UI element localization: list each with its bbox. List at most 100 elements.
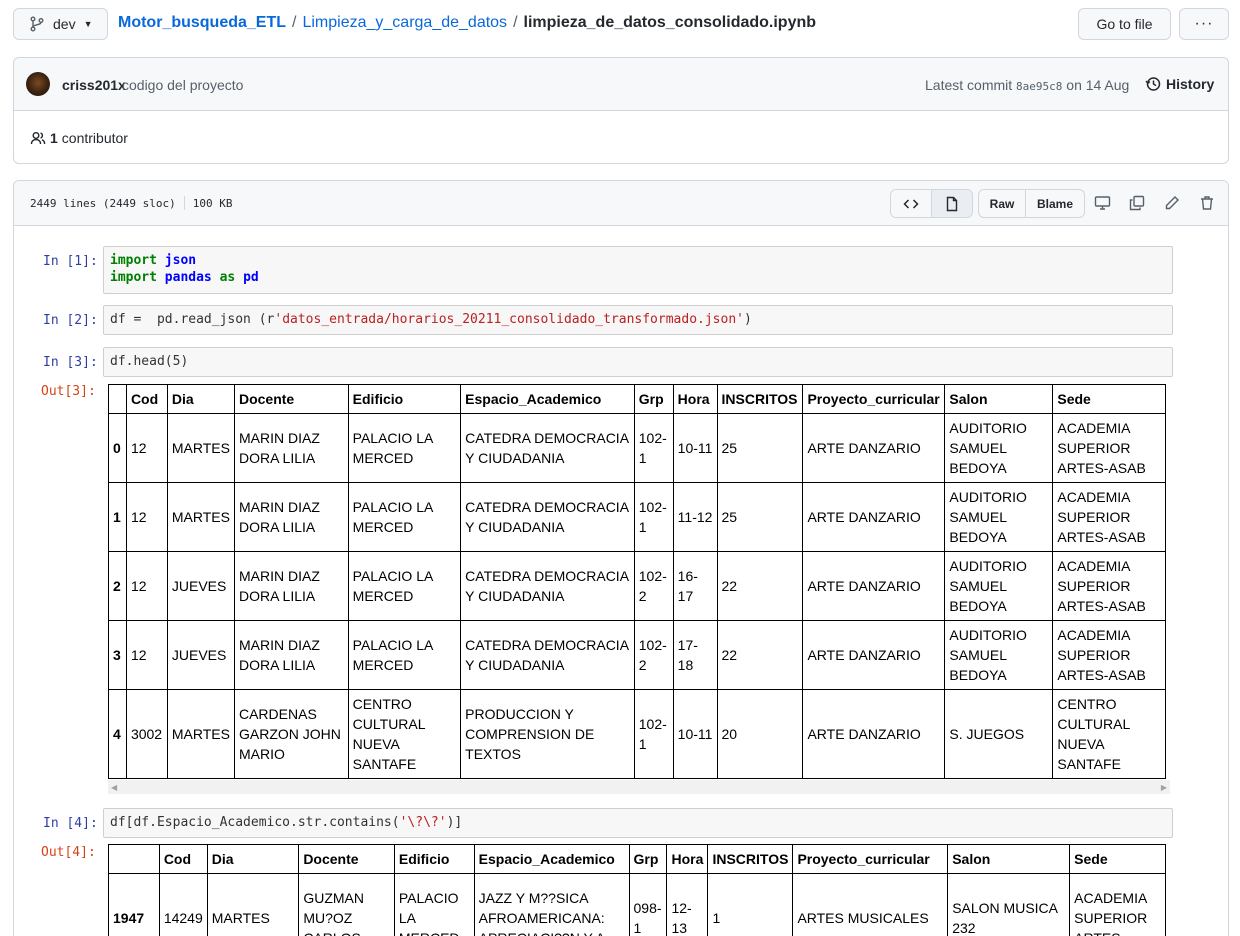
table-row: 1 12 MARTES MARIN DIAZ DORA LILIA PALACIO LA… bbox=[108, 482, 1166, 552]
table-cell: ARTE DANZARIO bbox=[802, 689, 946, 779]
file-size: 100 KB bbox=[192, 196, 233, 210]
cell-prompt: In [1]: bbox=[43, 254, 98, 269]
table-cell: ACADEMIA SUPERIOR ARTES-ASAB bbox=[1052, 551, 1166, 621]
table-header-row: Cod Dia Docente Edificio Espacio_Academico Gr… bbox=[108, 384, 1166, 414]
file-header: 2449 lines (2449 sloc) 100 KB Raw Blame bbox=[14, 181, 1228, 226]
dataframe-table: Cod Dia Docente Edificio Espacio_Academico Gr… bbox=[108, 384, 1166, 779]
code-text: df = pd.read_json (r bbox=[110, 312, 275, 327]
history-button[interactable]: History bbox=[1145, 76, 1214, 92]
output-prompt: Out[3]: bbox=[41, 384, 96, 399]
column-header: Hora bbox=[672, 384, 718, 414]
code-keyword: as bbox=[219, 270, 236, 285]
avatar[interactable] bbox=[26, 72, 50, 96]
table-cell: 11-12 bbox=[672, 482, 718, 552]
cell-prompt: In [2]: bbox=[43, 313, 98, 328]
table-row: 2 12 JUEVES MARIN DIAZ DORA LILIA PALACIO LA… bbox=[108, 551, 1166, 621]
code-cell[interactable]: df = pd.read_json (r'datos_entrada/horar… bbox=[103, 305, 1173, 335]
repo-link[interactable]: Motor_busqueda_ETL bbox=[118, 14, 286, 32]
column-header: Cod bbox=[158, 844, 208, 874]
column-header: Espacio_Academico bbox=[473, 844, 630, 874]
table-cell: 10-11 bbox=[672, 689, 718, 779]
raw-blame-group: Raw Blame bbox=[978, 189, 1085, 218]
folder-link[interactable]: Limpieza_y_carga_de_datos bbox=[302, 14, 507, 32]
table-cell: CENTRO CULTURAL NUEVA SANTAFE bbox=[1052, 689, 1166, 779]
code-text: )] bbox=[446, 815, 463, 830]
table-cell: CATEDRA DEMOCRACIA Y CIUDADANIA bbox=[460, 413, 635, 483]
raw-button[interactable]: Raw bbox=[979, 190, 1026, 217]
row-index: 3 bbox=[108, 620, 127, 690]
breadcrumb-bar: dev ▼ Motor_busqueda_ETL / Limpieza_y_ca… bbox=[0, 0, 1240, 50]
latest-commit-row: criss201x codigo del proyecto Latest com… bbox=[14, 58, 1228, 111]
latest-commit-label: Latest commit bbox=[925, 77, 1013, 93]
view-toggle bbox=[890, 189, 973, 218]
table-cell: 12 bbox=[125, 413, 168, 483]
table-cell: PRODUCCION Y COMPRENSION DE TEXTOS bbox=[460, 689, 635, 779]
breadcrumb-separator: / bbox=[292, 14, 297, 31]
table-cell: CATEDRA DEMOCRACIA Y CIUDADANIA bbox=[460, 620, 635, 690]
column-header bbox=[108, 384, 127, 414]
preview-view-button[interactable] bbox=[932, 190, 972, 217]
commit-author[interactable]: criss201x bbox=[62, 77, 126, 93]
table-cell: MARIN DIAZ DORA LILIA bbox=[233, 620, 349, 690]
table-cell: PALACIO LA MERCED bbox=[347, 413, 462, 483]
table-cell: AUDITORIO SAMUEL BEDOYA bbox=[944, 620, 1054, 690]
table-cell: ARTE DANZARIO bbox=[802, 413, 946, 483]
table-cell: 20 bbox=[716, 689, 804, 779]
scroll-right-icon[interactable]: ▶ bbox=[1161, 783, 1167, 792]
commit-message[interactable]: codigo del proyecto bbox=[122, 77, 243, 93]
horizontal-scrollbar[interactable]: ◀ ▶ bbox=[108, 780, 1170, 794]
column-header: Proyecto_curricular bbox=[792, 844, 949, 874]
column-header: Grp bbox=[628, 844, 668, 874]
code-cell[interactable]: df[df.Espacio_Academico.str.contains('\?… bbox=[103, 808, 1173, 838]
code-text: ) bbox=[743, 312, 752, 327]
breadcrumb: Motor_busqueda_ETL / Limpieza_y_carga_de… bbox=[118, 14, 816, 32]
table-cell: 12-13 bbox=[666, 873, 709, 936]
table-cell: 098-1 bbox=[628, 873, 668, 936]
table-cell: AUDITORIO SAMUEL BEDOYA bbox=[944, 551, 1054, 621]
branch-selector-button[interactable]: dev ▼ bbox=[13, 8, 108, 40]
column-header: Salon bbox=[944, 384, 1054, 414]
row-index: 0 bbox=[108, 413, 127, 483]
commit-sha[interactable]: 8ae95c8 bbox=[1016, 80, 1062, 93]
line-count: 2449 lines (2449 sloc) bbox=[30, 196, 176, 210]
column-header: Edificio bbox=[347, 384, 462, 414]
go-to-file-button[interactable]: Go to file bbox=[1078, 8, 1171, 40]
more-options-button[interactable]: ··· bbox=[1179, 8, 1229, 40]
table-cell: 25 bbox=[716, 413, 804, 483]
table-cell: MARTES bbox=[166, 482, 235, 552]
code-keyword: import bbox=[110, 253, 157, 268]
table-cell: AUDITORIO SAMUEL BEDOYA bbox=[944, 482, 1054, 552]
trash-icon[interactable] bbox=[1198, 194, 1216, 212]
table-cell: CARDENAS GARZON JOHN MARIO bbox=[233, 689, 349, 779]
pencil-icon[interactable] bbox=[1163, 194, 1181, 212]
table-cell: MARIN DIAZ DORA LILIA bbox=[233, 413, 349, 483]
code-icon bbox=[903, 198, 919, 209]
code-module: pd bbox=[243, 270, 259, 285]
table-cell: 17-18 bbox=[672, 620, 718, 690]
file-viewer: 2449 lines (2449 sloc) 100 KB Raw Blame bbox=[13, 180, 1229, 936]
contributors-link[interactable]: 1 contributor bbox=[30, 130, 128, 146]
copy-icon[interactable] bbox=[1128, 194, 1146, 212]
history-label: History bbox=[1166, 76, 1215, 92]
scroll-left-icon[interactable]: ◀ bbox=[111, 783, 117, 792]
code-cell[interactable]: import json import pandas as pd bbox=[103, 246, 1173, 294]
table-cell: 12 bbox=[125, 620, 168, 690]
code-cell[interactable]: df.head(5) bbox=[103, 347, 1173, 377]
table-cell: MARIN DIAZ DORA LILIA bbox=[233, 551, 349, 621]
column-header: Espacio_Academico bbox=[460, 384, 635, 414]
blame-button[interactable]: Blame bbox=[1026, 190, 1084, 217]
table-cell: 16-17 bbox=[672, 551, 718, 621]
table-cell: 1 bbox=[707, 873, 794, 936]
code-text: df[df.Espacio_Academico.str.contains( bbox=[110, 815, 400, 830]
table-header-row: Cod Dia Docente Edificio Espacio_Academico Gr… bbox=[108, 844, 1166, 874]
breadcrumb-separator: / bbox=[513, 14, 518, 31]
table-cell: 102-1 bbox=[633, 689, 674, 779]
code-view-button[interactable] bbox=[891, 190, 932, 217]
table-cell: S. JUEGOS bbox=[944, 689, 1054, 779]
column-header: Edificio bbox=[393, 844, 475, 874]
table-cell: ARTES MUSICALES bbox=[792, 873, 949, 936]
desktop-icon[interactable] bbox=[1093, 194, 1111, 212]
table-cell: MARTES bbox=[206, 873, 300, 936]
table-cell: CENTRO CULTURAL NUEVA SANTAFE bbox=[347, 689, 462, 779]
table-cell: JUEVES bbox=[166, 551, 235, 621]
